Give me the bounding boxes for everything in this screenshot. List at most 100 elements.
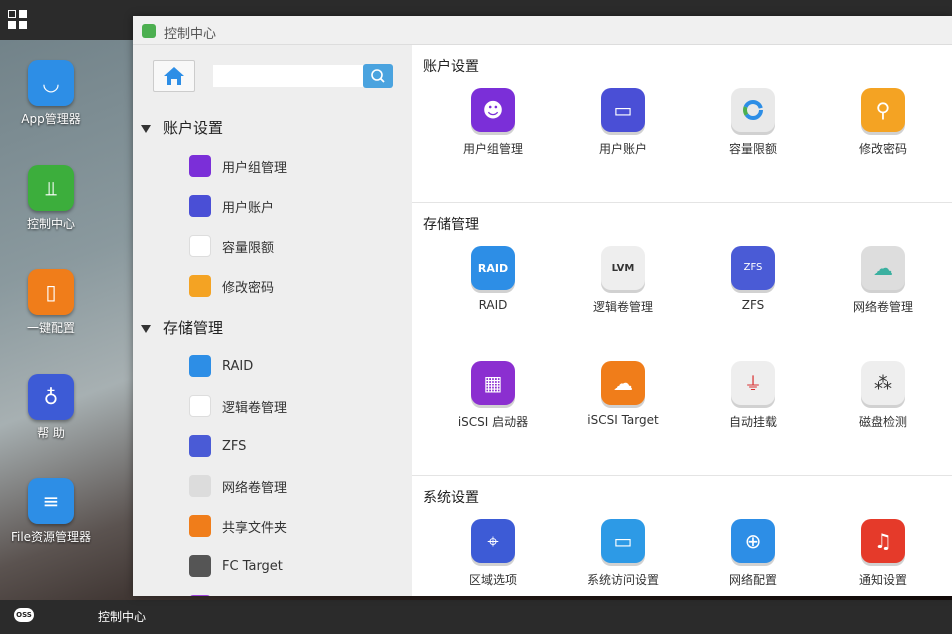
tile-label: 修改密码 <box>858 142 907 156</box>
password-icon: ⚲ <box>861 88 905 132</box>
sidebar-section-storage[interactable]: 存储管理 <box>141 317 223 338</box>
desktop-icon-label: 一键配置 <box>26 321 75 335</box>
tile-disk-check[interactable]: ⁂ 磁盘检测 <box>833 361 933 430</box>
tile-automount[interactable]: ⏚ 自动挂载 <box>703 361 803 430</box>
iscsi-target-icon: ☁ <box>601 361 645 405</box>
app-manager-icon: ◡ <box>28 60 74 106</box>
home-button[interactable] <box>153 60 195 92</box>
sidebar-item-label: 逻辑卷管理 <box>222 400 288 416</box>
sidebar-item-lvm[interactable]: 逻辑卷管理 <box>189 394 287 418</box>
user-account-icon: ▭ <box>601 88 645 132</box>
tile-iscsi-target[interactable]: ☁ iSCSI Target <box>573 361 673 427</box>
tile-zfs[interactable]: ZFS ZFS <box>703 246 803 312</box>
desktop-icon-label: File资源管理器 <box>10 530 92 544</box>
lvm-icon: LVM <box>601 246 645 290</box>
desktop-icon-app-manager[interactable]: ◡ App管理器 <box>6 60 96 127</box>
system-access-icon: ▭ <box>601 519 645 563</box>
tile-user-accounts[interactable]: ▭ 用户账户 <box>573 88 673 157</box>
partial-item-icon <box>189 595 211 596</box>
help-bulb-icon: ♁ <box>28 374 74 420</box>
notification-icon: ♫ <box>861 519 905 563</box>
tile-quota[interactable]: 容量限额 <box>703 88 803 157</box>
desktop-icon-help[interactable]: ♁ 帮 助 <box>6 374 96 441</box>
home-icon <box>164 67 184 85</box>
netdrive-icon: ☁ <box>861 246 905 290</box>
user-group-icon: ☻ <box>471 88 515 132</box>
tile-label: 容量限额 <box>728 142 777 156</box>
tile-label: 网络卷管理 <box>852 300 913 314</box>
sidebar-item-netdrive[interactable]: 网络卷管理 <box>189 474 287 498</box>
sidebar-item-label: 用户组管理 <box>222 160 288 176</box>
tile-network[interactable]: ⊕ 网络配置 <box>703 519 803 588</box>
desktop-icon-control-center[interactable]: ⫫ 控制中心 <box>6 165 96 232</box>
tile-system-access[interactable]: ▭ 系统访问设置 <box>573 519 673 588</box>
tile-label: iSCSI 启动器 <box>457 415 529 429</box>
sidebar-section-account[interactable]: 账户设置 <box>141 117 223 138</box>
sidebar-item-zfs[interactable]: ZFS <box>189 434 246 458</box>
tile-label: 通知设置 <box>858 573 907 587</box>
tile-label: 逻辑卷管理 <box>592 300 653 314</box>
password-icon <box>189 275 211 297</box>
search-input[interactable] <box>213 65 363 87</box>
sidebar-section-label: 账户设置 <box>163 119 224 137</box>
tile-label: iSCSI Target <box>587 413 659 427</box>
sidebar-item-change-password[interactable]: 修改密码 <box>189 274 274 298</box>
tile-notification[interactable]: ♫ 通知设置 <box>833 519 933 588</box>
window-title: 控制中心 <box>164 27 217 42</box>
disk-check-icon: ⁂ <box>861 361 905 405</box>
section-title-system: 系统设置 <box>423 490 479 506</box>
tile-user-groups[interactable]: ☻ 用户组管理 <box>443 88 543 157</box>
region-icon: ⌖ <box>471 519 515 563</box>
tile-region[interactable]: ⌖ 区域选项 <box>443 519 543 588</box>
desktop-icon-quick-config[interactable]: ▯ 一键配置 <box>6 269 96 336</box>
section-divider <box>412 475 952 476</box>
user-account-icon <box>189 195 211 217</box>
taskbar-item-control-center[interactable]: 控制中心 <box>98 608 146 625</box>
section-title-storage: 存储管理 <box>423 217 479 233</box>
raid-icon <box>189 355 211 377</box>
tile-change-password[interactable]: ⚲ 修改密码 <box>833 88 933 157</box>
sidebar-item-label: 容量限额 <box>222 240 275 256</box>
tile-lvm[interactable]: LVM 逻辑卷管理 <box>573 246 673 315</box>
sidebar-item-user-accounts[interactable]: 用户账户 <box>189 194 274 218</box>
tile-iscsi-initiator[interactable]: ▦ iSCSI 启动器 <box>443 361 543 430</box>
tile-label: 用户组管理 <box>462 142 523 156</box>
control-center-title-icon <box>142 24 156 38</box>
desktop-icon-file-explorer[interactable]: ≡ File资源管理器 <box>6 478 96 545</box>
network-icon: ⊕ <box>731 519 775 563</box>
tile-raid[interactable]: RAID RAID <box>443 246 543 312</box>
sidebar-item-label: 修改密码 <box>222 280 275 296</box>
sidebar-section-label: 存储管理 <box>163 319 224 337</box>
search-icon <box>371 69 385 83</box>
desktop-icon-label: 帮 助 <box>37 426 65 440</box>
content-panel: 账户设置 ☻ 用户组管理 ▭ 用户账户 容量限额 ⚲ 修改密码 存储管理 RAI… <box>412 45 952 596</box>
tile-netdrive[interactable]: ☁ 网络卷管理 <box>833 246 933 315</box>
control-center-window: 控制中心 账户设置 用户组管理 用户账户 容量限额 修改密码 存储管理 RAID… <box>133 16 952 596</box>
tile-label: 区域选项 <box>468 573 517 587</box>
sidebar-item-fc-target[interactable]: FC Target <box>189 554 283 578</box>
window-titlebar[interactable]: 控制中心 <box>133 16 952 45</box>
quick-config-icon: ▯ <box>28 269 74 315</box>
desktop-icon-label: 控制中心 <box>26 217 75 231</box>
user-group-icon <box>189 155 211 177</box>
tile-label: ZFS <box>741 298 765 312</box>
search-button[interactable] <box>363 64 393 88</box>
tile-label: 系统访问设置 <box>586 573 659 587</box>
iscsi-initiator-icon: ▦ <box>471 361 515 405</box>
sidebar-item-raid[interactable]: RAID <box>189 354 253 378</box>
collapse-triangle-icon <box>141 324 151 333</box>
oss-logo[interactable]: OSS <box>14 608 34 622</box>
sidebar-item-partial[interactable] <box>189 594 222 596</box>
taskbar: OSS 控制中心 <box>0 600 952 634</box>
sidebar-item-quota[interactable]: 容量限额 <box>189 234 274 258</box>
section-title-account: 账户设置 <box>423 59 479 75</box>
sidebar-item-shared-folder[interactable]: 共享文件夹 <box>189 514 287 538</box>
automount-icon: ⏚ <box>731 361 775 405</box>
lvm-icon <box>189 395 211 417</box>
quota-icon <box>731 88 775 132</box>
apps-grid-icon[interactable] <box>8 10 28 30</box>
sidebar-item-label: FC Target <box>222 558 283 574</box>
sidebar-item-user-groups[interactable]: 用户组管理 <box>189 154 287 178</box>
desktop-icon-label: App管理器 <box>21 112 81 126</box>
quota-icon <box>189 235 211 257</box>
